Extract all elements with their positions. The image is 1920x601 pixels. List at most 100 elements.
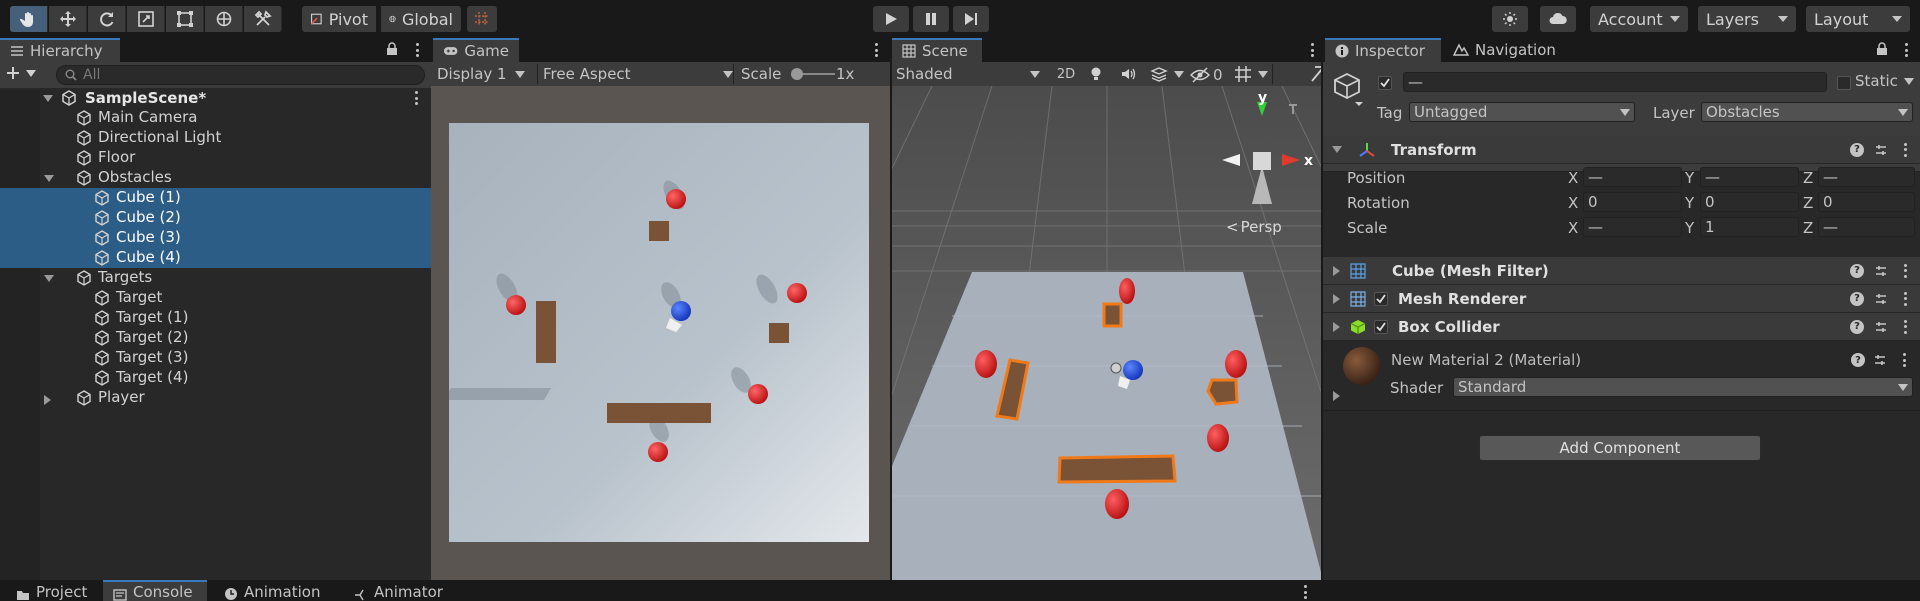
transform-y-field[interactable]: 0 [1700, 192, 1799, 212]
inspector-lock-icon[interactable] [1876, 42, 1888, 56]
tab-inspector[interactable]: Inspector [1325, 38, 1441, 62]
add-component-button[interactable]: Add Component [1479, 435, 1761, 461]
hierarchy-item[interactable]: Floor [0, 148, 431, 168]
tab-animation[interactable]: Animation [214, 580, 338, 601]
static-dropdown[interactable]: Static [1855, 72, 1914, 90]
tab-animator[interactable]: Animator [344, 580, 454, 601]
transform-menu-icon[interactable] [1898, 142, 1912, 158]
hierarchy-item[interactable]: Player [0, 388, 431, 408]
scale-tool-icon[interactable] [127, 6, 165, 32]
hierarchy-item[interactable]: Target (1) [0, 308, 431, 328]
tab-console[interactable]: Console [103, 580, 207, 601]
shading-dropdown[interactable]: Shaded [896, 65, 1040, 83]
hierarchy-item[interactable]: Directional Light [0, 128, 431, 148]
layer-dropdown[interactable]: Obstacles [1701, 102, 1913, 122]
transform-z-field[interactable]: — [1818, 167, 1915, 187]
expand-arrow-icon[interactable] [44, 395, 51, 405]
tab-navigation[interactable]: Navigation [1443, 38, 1583, 62]
mesh-filter-header[interactable]: Cube (Mesh Filter) ? [1323, 257, 1920, 285]
tab-scene[interactable]: Scene [892, 38, 982, 62]
transform-x-field[interactable]: — [1583, 217, 1682, 237]
material-expand-icon[interactable] [1333, 391, 1340, 401]
lighting-toggle-icon[interactable] [1088, 66, 1104, 82]
active-checkbox[interactable] [1378, 76, 1392, 90]
display-dropdown[interactable]: Display 1 [437, 65, 533, 83]
mesh-filter-menu-icon[interactable] [1898, 263, 1912, 279]
grid-toggle-icon[interactable] [1234, 65, 1252, 83]
game-menu-icon[interactable] [869, 42, 883, 58]
hierarchy-item[interactable]: Target (2) [0, 328, 431, 348]
lighting-button[interactable] [1492, 6, 1528, 32]
tab-hierarchy[interactable]: Hierarchy [0, 38, 120, 62]
mesh-renderer-header[interactable]: Mesh Renderer ? [1323, 285, 1920, 313]
help-icon[interactable]: ? [1850, 291, 1864, 306]
expand-arrow-icon[interactable] [1333, 265, 1340, 276]
transform-y-field[interactable]: — [1700, 167, 1799, 187]
axis-y-label[interactable]: Y [1685, 194, 1694, 212]
hierarchy-item[interactable]: Obstacles [0, 168, 431, 188]
account-dropdown[interactable]: Account [1590, 6, 1688, 32]
shader-dropdown[interactable]: Standard [1453, 377, 1913, 397]
effects-toggle-icon[interactable] [1150, 66, 1168, 82]
tag-dropdown[interactable]: Untagged [1409, 102, 1635, 122]
help-icon[interactable]: ? [1851, 353, 1865, 367]
axis-z-label[interactable]: Z [1803, 194, 1813, 212]
axis-x-label[interactable]: X [1568, 169, 1578, 187]
2d-toggle[interactable]: 2D [1050, 64, 1082, 84]
aspect-dropdown[interactable]: Free Aspect [543, 65, 733, 83]
audio-toggle-icon[interactable] [1120, 66, 1136, 82]
help-icon[interactable]: ? [1850, 319, 1864, 334]
help-icon[interactable]: ? [1850, 263, 1864, 278]
mesh-renderer-menu-icon[interactable] [1898, 291, 1912, 307]
hierarchy-item[interactable]: Cube (1) [0, 188, 431, 208]
hierarchy-item[interactable]: Target (4) [0, 368, 431, 388]
effects-chevron-icon[interactable] [1174, 71, 1184, 78]
hierarchy-item[interactable]: Targets [0, 268, 431, 288]
step-button[interactable] [953, 6, 989, 32]
layers-dropdown[interactable]: Layers [1698, 6, 1796, 32]
transform-z-field[interactable]: 0 [1818, 192, 1915, 212]
expand-arrow-icon[interactable] [43, 94, 53, 102]
box-collider-checkbox[interactable] [1374, 319, 1388, 334]
create-button[interactable] [6, 66, 36, 80]
preset-icon[interactable] [1874, 320, 1888, 334]
scene-menu-icon[interactable] [409, 90, 423, 106]
material-sphere-icon[interactable] [1343, 347, 1381, 385]
grid-chevron-icon[interactable] [1258, 71, 1268, 78]
move-tool-icon[interactable] [49, 6, 87, 32]
transform-x-field[interactable]: — [1583, 167, 1682, 187]
axis-y-label[interactable]: Y [1685, 169, 1694, 187]
expand-arrow-icon[interactable] [1333, 321, 1340, 332]
help-icon[interactable]: ? [1850, 142, 1864, 157]
tab-project[interactable]: Project [6, 580, 98, 601]
preset-icon[interactable] [1874, 292, 1888, 306]
inspector-menu-icon[interactable] [1899, 42, 1913, 58]
object-name-input[interactable]: — [1403, 72, 1827, 92]
global-button[interactable]: Global [381, 6, 461, 32]
scene-row[interactable]: SampleScene* [0, 88, 431, 108]
custom-tools-icon[interactable] [244, 6, 282, 32]
static-checkbox[interactable] [1837, 76, 1851, 90]
tab-game[interactable]: Game [433, 38, 519, 62]
axis-z-label[interactable]: Z [1803, 219, 1813, 237]
box-collider-header[interactable]: Box Collider ? [1323, 313, 1920, 341]
transform-collapse-icon[interactable] [1332, 146, 1342, 153]
preset-icon[interactable] [1874, 264, 1888, 278]
axis-y-label[interactable]: Y [1685, 219, 1694, 237]
hierarchy-item[interactable]: Target (3) [0, 348, 431, 368]
pause-button[interactable] [913, 6, 949, 32]
scene-menu-icon[interactable] [1305, 42, 1319, 58]
hierarchy-search[interactable]: All [56, 65, 425, 85]
layout-dropdown[interactable]: Layout [1806, 6, 1910, 32]
axis-z-label[interactable]: Z [1803, 169, 1813, 187]
hidden-objects-toggle[interactable]: 0 [1190, 66, 1223, 84]
expand-arrow-icon[interactable] [44, 275, 54, 282]
hand-tool-icon[interactable] [10, 6, 48, 32]
transform-header[interactable]: Transform ? [1323, 136, 1920, 164]
box-collider-menu-icon[interactable] [1898, 319, 1912, 335]
scale-slider-thumb[interactable] [791, 68, 803, 80]
persp-toggle[interactable]: < Persp [1226, 218, 1282, 236]
axis-x-label[interactable]: X [1568, 219, 1578, 237]
rotate-tool-icon[interactable] [88, 6, 126, 32]
transform-x-field[interactable]: 0 [1583, 192, 1682, 212]
